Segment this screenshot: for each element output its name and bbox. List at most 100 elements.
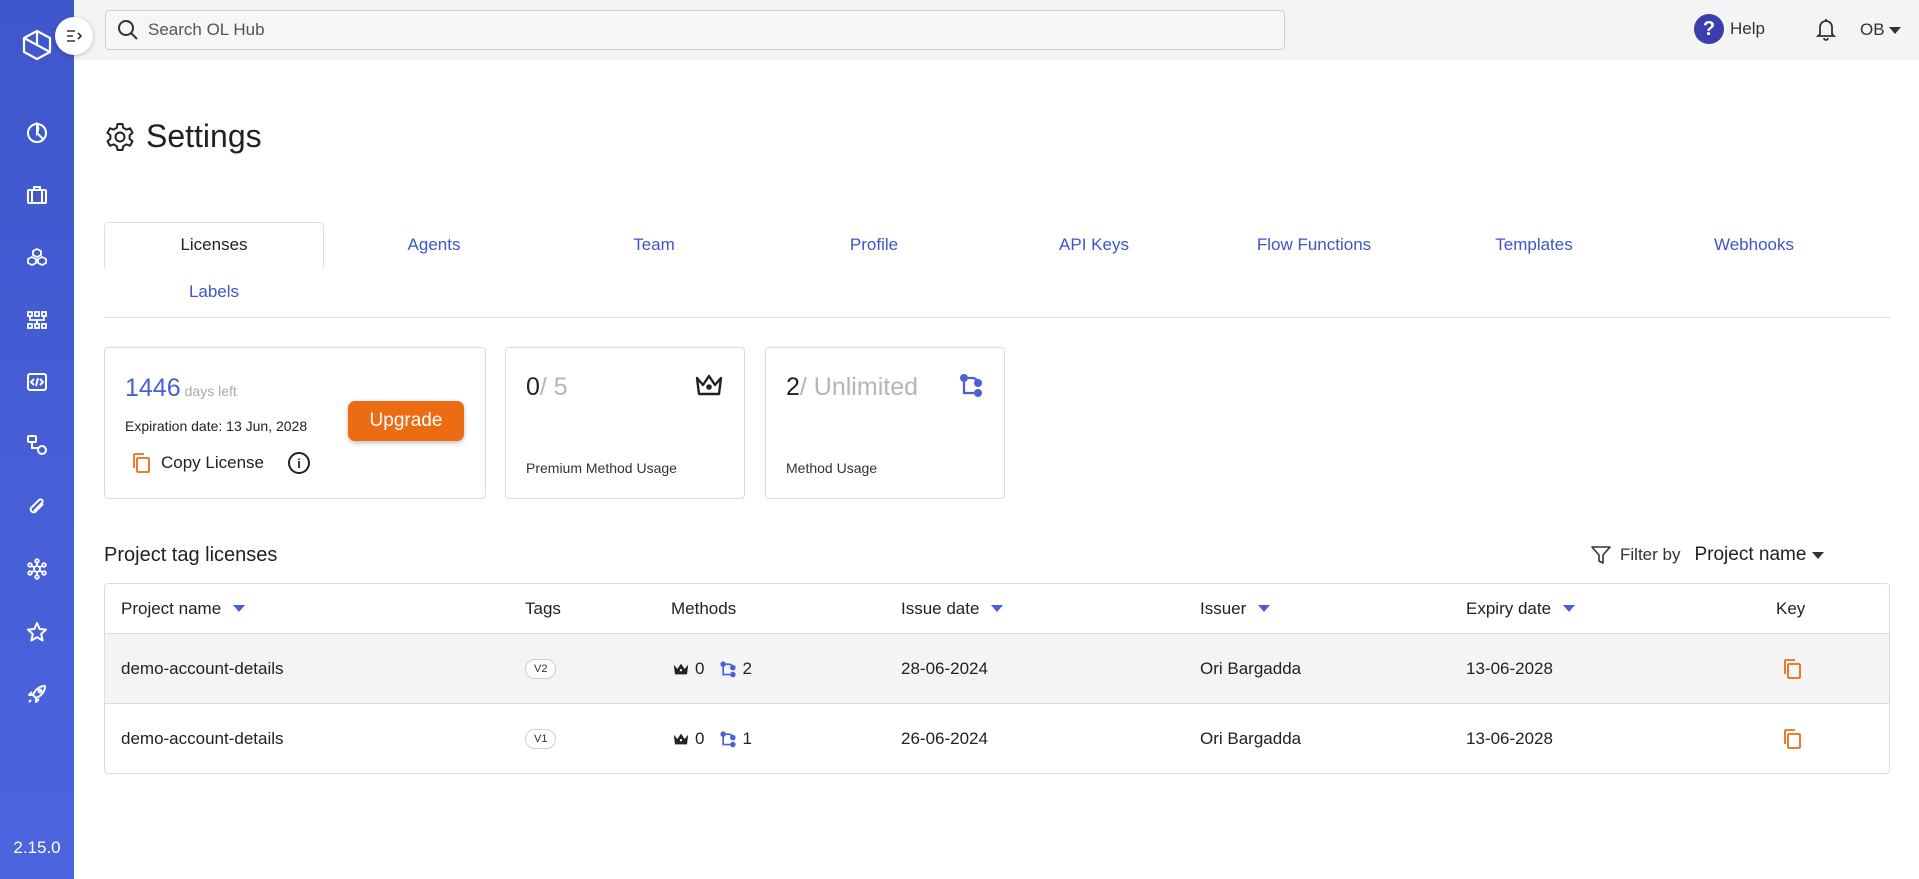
row-issuer: Ori Bargadda: [1200, 728, 1302, 748]
sidebar-item-analytics[interactable]: [22, 118, 52, 148]
tab-labels[interactable]: Labels: [104, 269, 324, 315]
sidebar-item-code[interactable]: [22, 367, 52, 397]
analytics-icon: [27, 122, 47, 143]
copy-license-label: Copy License: [161, 453, 265, 472]
sidebar-item-flows[interactable]: [22, 430, 52, 460]
sort-icon: [1563, 605, 1576, 612]
help-button[interactable]: ? Help: [1694, 14, 1765, 44]
expiration-date: Expiration date: 13 Jun, 2028: [125, 418, 308, 434]
premium-used: 0: [526, 373, 540, 401]
tag-badge: V1: [525, 728, 557, 749]
copy-icon: [1784, 728, 1801, 749]
cubes-icon: [27, 247, 47, 267]
user-menu[interactable]: OB: [1860, 20, 1901, 40]
row-premium-count: 0: [695, 658, 705, 678]
chevron-down-icon: [1888, 26, 1901, 34]
tab-templates[interactable]: Templates: [1424, 222, 1644, 268]
method-icon: [720, 660, 737, 677]
row-issuer: Ori Bargadda: [1200, 658, 1302, 678]
filter-select[interactable]: Project name: [1694, 544, 1825, 566]
row-issue-date: 26-06-2024: [901, 728, 988, 748]
copy-icon: [1784, 658, 1801, 679]
tab-agents[interactable]: Agents: [324, 222, 544, 268]
col-issue-date[interactable]: Issue date: [901, 584, 1004, 633]
col-issuer-label: Issuer: [1200, 598, 1247, 618]
tab-webhooks[interactable]: Webhooks: [1644, 222, 1864, 268]
sidebar-item-deploy[interactable]: [22, 679, 52, 709]
code-icon: [27, 373, 47, 391]
table-row[interactable]: demo-account-details V1 0 1 26-06-2024 O…: [105, 703, 1889, 773]
col-expiry-date[interactable]: Expiry date: [1466, 584, 1576, 633]
sidebar-item-hierarchy[interactable]: [22, 305, 52, 335]
days-left-value: 1446: [125, 374, 181, 402]
col-expiry-label: Expiry date: [1466, 598, 1552, 618]
help-icon: ?: [1694, 14, 1724, 44]
row-project: demo-account-details: [121, 728, 284, 748]
hierarchy-icon: [27, 311, 47, 329]
sort-icon: [991, 605, 1004, 612]
sidebar-item-attachments[interactable]: [22, 492, 52, 522]
method-usage-count: 2/ Unlimited: [786, 373, 918, 402]
col-issuer[interactable]: Issuer: [1200, 584, 1271, 633]
filter-control[interactable]: Filter by Project name: [1590, 544, 1825, 566]
table-row[interactable]: demo-account-details V2 0 2 28-06-2024 O…: [105, 633, 1889, 703]
upgrade-button[interactable]: Upgrade: [348, 401, 464, 441]
collapse-icon: [67, 30, 82, 42]
sidebar: 2.15.0: [0, 0, 74, 879]
app-version: 2.15.0: [13, 838, 61, 857]
table-header: Project name Tags Methods Issue date Iss…: [105, 584, 1889, 633]
crown-icon: [673, 733, 689, 744]
days-left: 1446 days left: [125, 374, 237, 403]
sidebar-item-projects[interactable]: [22, 180, 52, 210]
col-tags: Tags: [525, 598, 561, 618]
settings-tabs: Licenses Agents Team Profile API Keys Fl…: [104, 222, 1890, 318]
info-icon[interactable]: i: [288, 452, 311, 474]
flow-icon: [27, 435, 47, 455]
method-icon: [958, 372, 984, 403]
row-project: demo-account-details: [121, 658, 284, 678]
notifications-button[interactable]: [1814, 16, 1838, 47]
briefcase-icon: [27, 186, 47, 204]
star-icon: [27, 622, 47, 642]
row-expiry-date: 13-06-2028: [1466, 728, 1553, 748]
app-logo-icon[interactable]: [20, 28, 54, 62]
sidebar-item-modules[interactable]: [22, 243, 52, 273]
sidebar-item-network[interactable]: [22, 554, 52, 584]
section-title: Project tag licenses: [104, 544, 278, 566]
method-used: 2: [786, 373, 800, 401]
tab-team[interactable]: Team: [544, 222, 764, 268]
sort-icon: [1258, 605, 1271, 612]
search-input[interactable]: [148, 20, 1248, 40]
license-card: 1446 days left Expiration date: 13 Jun, 2…: [104, 347, 486, 499]
copy-icon: [133, 453, 150, 473]
copy-key-button[interactable]: [1782, 704, 1802, 773]
tab-licenses[interactable]: Licenses: [104, 222, 324, 268]
premium-usage-count: 0/ 5: [526, 373, 568, 402]
method-icon: [720, 730, 737, 747]
premium-max: / 5: [539, 373, 568, 401]
tab-flow-functions[interactable]: Flow Functions: [1204, 222, 1424, 268]
search-icon: [118, 20, 138, 40]
filter-label: Filter by: [1620, 545, 1681, 564]
user-initials: OB: [1860, 20, 1885, 39]
col-methods: Methods: [671, 598, 737, 618]
col-project-name[interactable]: Project name: [121, 584, 246, 633]
premium-usage-card: 0/ 5 Premium Method Usage: [505, 347, 745, 499]
col-key: Key: [1776, 598, 1806, 618]
chevron-down-icon: [1812, 551, 1825, 559]
page-title: Settings: [104, 118, 262, 155]
tab-profile[interactable]: Profile: [764, 222, 984, 268]
tab-api-keys[interactable]: API Keys: [984, 222, 1204, 268]
row-issue-date: 28-06-2024: [901, 658, 988, 678]
col-project-label: Project name: [121, 598, 222, 618]
copy-key-button[interactable]: [1782, 634, 1802, 703]
sidebar-item-favorites[interactable]: [22, 617, 52, 647]
row-methods: 0 2: [672, 634, 752, 703]
filter-value-text: Project name: [1694, 544, 1807, 565]
row-tag: V1: [525, 704, 557, 773]
row-expiry-date: 13-06-2028: [1466, 658, 1553, 678]
crown-icon: [694, 372, 724, 403]
paperclip-icon: [29, 498, 44, 514]
collapse-sidebar-button[interactable]: [55, 17, 93, 55]
copy-license-button[interactable]: Copy License i: [131, 452, 311, 474]
